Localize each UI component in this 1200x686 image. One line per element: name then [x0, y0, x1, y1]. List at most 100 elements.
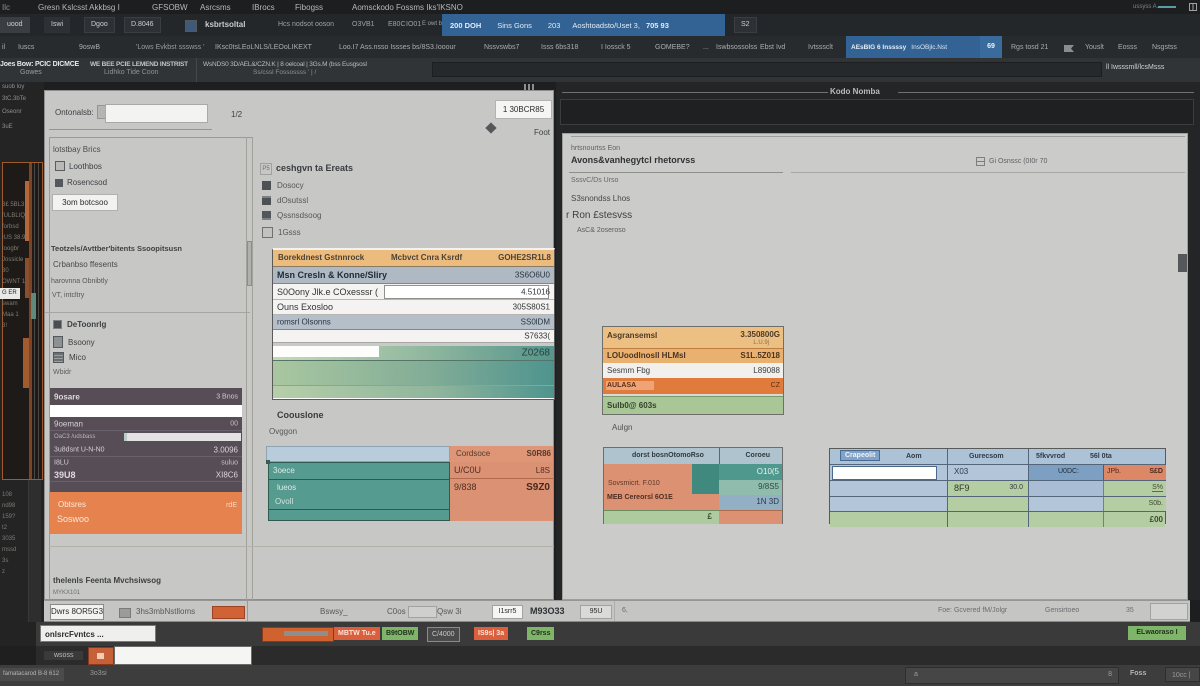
ribbon-item[interactable]: Iuscs	[18, 44, 34, 51]
table-row-total[interactable]: Z0268	[273, 346, 554, 360]
blue-toolbar-item[interactable]: Sins Gons	[497, 21, 532, 30]
status-button[interactable]: Dwrs 8OR5G3	[50, 604, 104, 620]
status-box[interactable]	[408, 606, 437, 618]
checkbox-icon[interactable]	[55, 161, 65, 171]
menu-item[interactable]: GFSOBW	[152, 3, 188, 12]
table-row[interactable]: S0Oony Jlk.e COxesssr ( 4.51016	[273, 284, 554, 300]
toolbar-button[interactable]: Dgoo	[84, 17, 115, 33]
sidebar-link[interactable]: Crbanbso ffesents	[53, 260, 118, 269]
sidebar-tool[interactable]: DeToonrlg	[53, 320, 106, 329]
ribbon-item[interactable]: Nssvswbs7	[484, 44, 519, 51]
toolbar-button[interactable]: D.8046	[124, 17, 161, 33]
status-field[interactable]: I1srr5	[492, 605, 523, 619]
toolbar-icon[interactable]	[185, 20, 197, 32]
ribbon-item[interactable]: GOMEBE?	[655, 44, 690, 51]
tab-active[interactable]: Joes Bow: PCIC DICMCE Gowes	[0, 58, 86, 82]
toolbar-label[interactable]: E80C	[388, 21, 406, 28]
ribbon-blue-item[interactable]: AEsBIG 6 Inssssy	[851, 44, 906, 51]
chip[interactable]: C9rss	[527, 627, 554, 640]
menu-item[interactable]: Ilc	[2, 3, 10, 12]
menu-item[interactable]: Fibogss	[295, 3, 323, 12]
sidebar-link[interactable]: harovnna Obnibtly	[51, 278, 108, 285]
ribbon-item[interactable]: Loo.I7 Ass.nsso Issses bs/8S3.Iooour	[339, 44, 456, 51]
ribbon-blue-item[interactable]: InsOBjlc.Nst	[911, 44, 947, 51]
ribbon-item[interactable]: Iswbsossolss	[716, 44, 757, 51]
table-row[interactable]: Msn Cresln & Konne/Sliry 3S6O6U0	[273, 267, 554, 284]
toolbar-button[interactable]: Iswi	[44, 17, 70, 33]
input-row-button[interactable]	[88, 647, 114, 665]
menu-item[interactable]: Gresn Kslcsst Akkbsg I	[38, 3, 120, 12]
combo-input[interactable]	[105, 104, 208, 123]
grid-input[interactable]	[832, 466, 937, 480]
ribbon-item[interactable]: ...	[703, 44, 709, 51]
menu-item[interactable]: Aomsckodo Fossms Iks'IKSNO	[352, 3, 463, 12]
menu-item[interactable]: Asrcsms	[200, 3, 231, 12]
chip[interactable]: C/4000	[427, 627, 460, 642]
tab[interactable]: WsNDS0 3D/AEL&/CZN.K | 8 oelcoal | 3Gs.M…	[196, 58, 432, 82]
sidebar-button[interactable]: 3om botcsoo	[52, 194, 118, 211]
blue-toolbar-item[interactable]: 705 93	[646, 21, 669, 30]
table-row[interactable]: Ouns Exosloo 305S80S1	[273, 300, 554, 315]
status-checkbox[interactable]	[119, 608, 131, 618]
tab[interactable]: WE BEE PCIE LEMEND INSTRIST Lidhko Tide …	[90, 58, 192, 82]
ribbon-item[interactable]: 9oswB	[79, 44, 100, 51]
sidebar-link[interactable]: VT, intcltry	[52, 292, 84, 299]
chip[interactable]: B9tOBW	[382, 627, 418, 640]
grid-icon	[53, 320, 62, 329]
bottom-tab[interactable]: onlsrcFvntcs ...	[40, 625, 156, 642]
content-list-item[interactable]: Dosocy	[262, 181, 304, 190]
toolbar-label[interactable]: Hcs nodsot ooson	[278, 21, 334, 28]
stats-input[interactable]	[50, 405, 242, 417]
scrollbar-thumb[interactable]	[247, 241, 252, 286]
status-badge[interactable]: 95U	[580, 605, 612, 619]
bottom-foss[interactable]: Foss	[1130, 670, 1146, 677]
chip[interactable]: MBTW Tu.e	[334, 627, 380, 640]
cell-input[interactable]	[273, 346, 379, 357]
blue-toolbar-item[interactable]: 203	[548, 21, 561, 30]
toolbar-label[interactable]: O3VB1	[352, 21, 375, 28]
status-endbox[interactable]	[1150, 603, 1188, 620]
table-row[interactable]: romsrl Olsonns SS0lDM	[273, 315, 554, 330]
right-scrollbar-thumb[interactable]	[1178, 254, 1187, 272]
ribbon-item[interactable]: Ebst Ivd	[760, 44, 785, 51]
status-swatch[interactable]	[212, 606, 245, 619]
sidebar-tool[interactable]: Wbidr	[53, 369, 71, 376]
ribbon-item[interactable]: Isss 6bs318	[541, 44, 578, 51]
blue-toolbar-item[interactable]: 200 DOH	[450, 21, 481, 30]
ribbon-item[interactable]: I Iossck 5	[601, 44, 631, 51]
window-dash-icon[interactable]	[1158, 6, 1176, 8]
ribbon-item[interactable]: Ivtsssclt	[808, 44, 833, 51]
grid-header-selected[interactable]: Crapeolit	[840, 450, 880, 461]
search-button[interactable]: 1 30BCR85	[495, 100, 552, 119]
toolbar-button[interactable]: uood	[0, 17, 30, 33]
menu-item[interactable]: IBrocs	[252, 3, 275, 12]
content-list-item[interactable]: dOsutssl	[262, 196, 308, 205]
ribbon-right-item[interactable]: Nsgstss	[1152, 44, 1177, 51]
bottom-field[interactable]: a 8	[905, 667, 1119, 684]
ribbon-item[interactable]: IKsc0tsLEoLNLS/LEOoLIKEXT	[215, 44, 312, 51]
sidebar-tool[interactable]: Bsoony	[53, 336, 95, 348]
blue-toolbar-item[interactable]: Aoshtoadsto/Uset 3,	[572, 21, 640, 30]
ribbon-item[interactable]: 'Lows Evkbst ssswss '	[136, 44, 204, 51]
content-list-item[interactable]: Qssnsdsoog	[262, 211, 321, 220]
input-row-field[interactable]	[114, 646, 252, 665]
sidebar-tool[interactable]: Mico	[53, 352, 86, 363]
table-row[interactable]: S7633(	[273, 330, 554, 342]
content-list-item[interactable]: 1Gsss	[262, 227, 301, 238]
toolbar-label[interactable]: ksbrtsoltal	[205, 20, 245, 29]
sidebar-item[interactable]: Rosencsod	[55, 178, 107, 187]
toolbar-label[interactable]: IO01	[406, 21, 421, 28]
window-grid-icon[interactable]	[1189, 3, 1197, 11]
sidebar-scrollbar[interactable]	[246, 137, 253, 601]
bottom-right-box[interactable]: 10cc |	[1165, 667, 1200, 682]
chip[interactable]: IS9s| 3a	[474, 627, 508, 640]
ribbon-right-item[interactable]: Eosss	[1118, 44, 1137, 51]
sidebar-item[interactable]: Loothbos	[55, 161, 102, 171]
chip-right[interactable]: ELwaoraso I	[1128, 626, 1186, 640]
ribbon-blue-badge[interactable]: 69	[980, 36, 1002, 58]
ribbon-item[interactable]: il	[2, 44, 5, 51]
toolbar-end-button[interactable]: S2	[734, 17, 757, 33]
ribbon-right-item[interactable]: Rgs tosd 21	[1011, 44, 1048, 51]
ribbon-right-item[interactable]: Youslt	[1085, 44, 1104, 51]
input-row-label: wsoss	[44, 651, 83, 660]
